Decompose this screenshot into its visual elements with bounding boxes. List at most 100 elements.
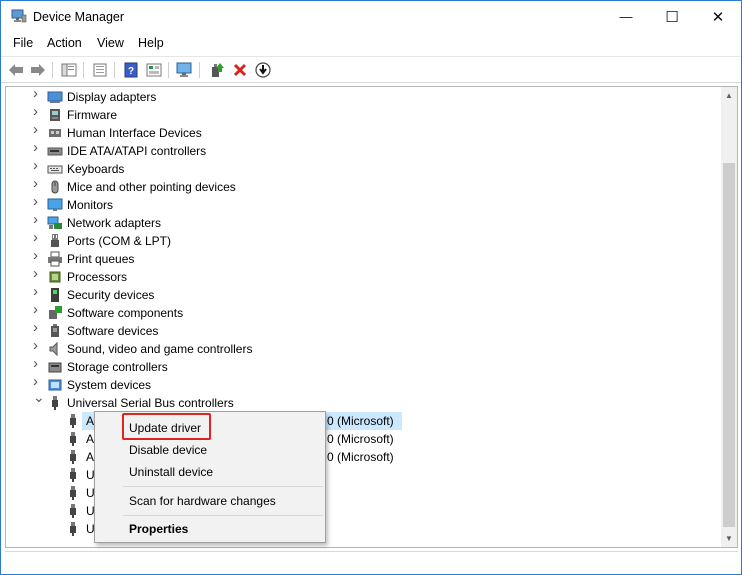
hid-icon <box>49 129 61 137</box>
usb-device-icon <box>70 486 76 500</box>
display-adapter-icon <box>47 91 63 103</box>
storage-controller-icon <box>48 362 62 373</box>
tree-category-row[interactable]: › Display adapters <box>6 87 706 106</box>
tree-category-row[interactable]: › Monitors <box>6 194 706 214</box>
view-button[interactable] <box>144 60 164 80</box>
tree-category-row[interactable]: › Firmware <box>6 104 706 124</box>
forward-icon <box>31 64 45 76</box>
back-button[interactable] <box>6 60 26 80</box>
uninstall-toolbar-button[interactable] <box>230 60 250 80</box>
chevron-right-icon[interactable]: › <box>33 140 43 155</box>
chevron-right-icon[interactable]: › <box>33 284 43 299</box>
forward-button[interactable] <box>28 60 48 80</box>
tree-category-label: Network adapters <box>67 216 162 230</box>
tree-category-label: Processors <box>67 270 128 284</box>
usb-device-label-suffix: 0 (Microsoft) <box>327 450 394 464</box>
tree-category-row[interactable]: › Ports (COM & LPT) <box>6 230 706 250</box>
tree-category-row[interactable]: › IDE ATA/ATAPI controllers <box>6 140 706 160</box>
tree-category-row[interactable]: › Storage controllers <box>6 356 706 376</box>
tree-category-row[interactable]: › Human Interface Devices <box>6 122 706 142</box>
context-separator <box>123 515 323 516</box>
chevron-right-icon[interactable]: › <box>33 356 43 371</box>
tree-category-row[interactable]: › Software devices <box>6 320 706 340</box>
show-hide-tree-icon <box>61 63 77 77</box>
toolbar-separator <box>52 62 53 78</box>
minimize-button[interactable]: — <box>603 1 649 32</box>
tree-category-row[interactable]: › Security devices <box>6 284 706 304</box>
chevron-down-icon[interactable]: ⌄ <box>33 390 45 404</box>
context-scan-hardware[interactable]: Scan for hardware changes <box>129 494 276 508</box>
usb-device-icon <box>70 504 76 518</box>
tree-category-row[interactable]: › Keyboards <box>6 158 706 178</box>
update-driver-toolbar-button[interactable] <box>207 60 227 80</box>
ide-controller-icon <box>47 147 63 156</box>
tree-category-label: Storage controllers <box>67 360 168 374</box>
chevron-right-icon[interactable]: › <box>33 338 43 353</box>
usb-device-label: A <box>86 414 95 428</box>
firmware-icon <box>50 109 60 121</box>
menu-help[interactable]: Help <box>138 36 164 50</box>
usb-device-icon <box>70 522 76 536</box>
chevron-right-icon[interactable]: › <box>33 266 43 281</box>
tree-category-row[interactable]: › Software components <box>6 302 706 322</box>
chevron-right-icon[interactable]: › <box>33 248 43 263</box>
chevron-right-icon[interactable]: › <box>33 87 43 101</box>
context-properties[interactable]: Properties <box>129 522 188 536</box>
security-device-icon <box>51 288 59 302</box>
software-device-icon <box>51 324 59 337</box>
usb-device-label-suffix: 0 (Microsoft) <box>327 414 394 428</box>
show-hide-tree-button[interactable] <box>59 60 79 80</box>
vertical-scrollbar[interactable]: ▲ ▼ <box>721 86 738 548</box>
toolbar-separator <box>199 62 200 78</box>
toolbar-separator <box>114 62 115 78</box>
scroll-down-button[interactable]: ▼ <box>721 530 737 547</box>
chevron-right-icon[interactable]: › <box>33 104 43 119</box>
chevron-right-icon[interactable]: › <box>33 122 43 137</box>
tree-category-label: Universal Serial Bus controllers <box>67 396 234 410</box>
monitor-icon <box>47 198 63 211</box>
svg-text:?: ? <box>128 66 134 77</box>
mouse-icon <box>51 180 59 194</box>
chevron-right-icon[interactable]: › <box>33 302 43 317</box>
usb-icon <box>52 396 58 410</box>
tree-category-row[interactable]: › Sound, video and game controllers <box>6 338 706 358</box>
update-driver-icon <box>212 63 224 77</box>
context-uninstall-device[interactable]: Uninstall device <box>129 465 213 479</box>
scroll-up-button[interactable]: ▲ <box>721 87 737 104</box>
scroll-down-icon: ▼ <box>725 534 733 543</box>
tree-category-row[interactable]: › Network adapters <box>6 212 706 232</box>
highlight-annotation-box <box>122 413 211 440</box>
help-button[interactable]: ? <box>121 60 141 80</box>
usb-device-icon <box>70 450 76 464</box>
menu-action[interactable]: Action <box>47 36 82 50</box>
tree-category-row[interactable]: › System devices <box>6 374 706 394</box>
tree-category-row[interactable]: › Mice and other pointing devices <box>6 176 706 196</box>
menu-file[interactable]: File <box>13 36 33 50</box>
chevron-right-icon[interactable]: › <box>33 230 43 245</box>
processor-icon <box>49 271 61 283</box>
tree-category-label: Human Interface Devices <box>67 126 202 140</box>
maximize-button[interactable]: ☐ <box>649 1 695 32</box>
menu-view[interactable]: View <box>97 36 124 50</box>
tree-category-label: Firmware <box>67 108 117 122</box>
tree-category-row[interactable]: › Processors <box>6 266 706 286</box>
chevron-right-icon[interactable]: › <box>33 374 43 389</box>
port-icon <box>51 234 59 247</box>
scrollbar-thumb[interactable] <box>723 163 735 527</box>
chevron-right-icon[interactable]: › <box>33 212 43 227</box>
chevron-right-icon[interactable]: › <box>33 176 43 191</box>
tree-category-row[interactable]: ⌄ Universal Serial Bus controllers <box>6 390 706 412</box>
scan-hardware-button[interactable] <box>175 60 195 80</box>
tree-category-row[interactable]: › Print queues <box>6 248 706 268</box>
close-icon: ✕ <box>711 8 725 26</box>
title-bar: Device Manager — ☐ ✕ <box>1 1 741 32</box>
tree-category-label: Security devices <box>67 288 155 302</box>
enable-device-button[interactable] <box>253 60 273 80</box>
properties-button[interactable] <box>90 60 110 80</box>
chevron-right-icon[interactable]: › <box>33 194 43 209</box>
download-icon <box>255 62 271 78</box>
close-button[interactable]: ✕ <box>695 1 741 32</box>
chevron-right-icon[interactable]: › <box>33 320 43 335</box>
context-disable-device[interactable]: Disable device <box>129 443 207 457</box>
chevron-right-icon[interactable]: › <box>33 158 43 173</box>
